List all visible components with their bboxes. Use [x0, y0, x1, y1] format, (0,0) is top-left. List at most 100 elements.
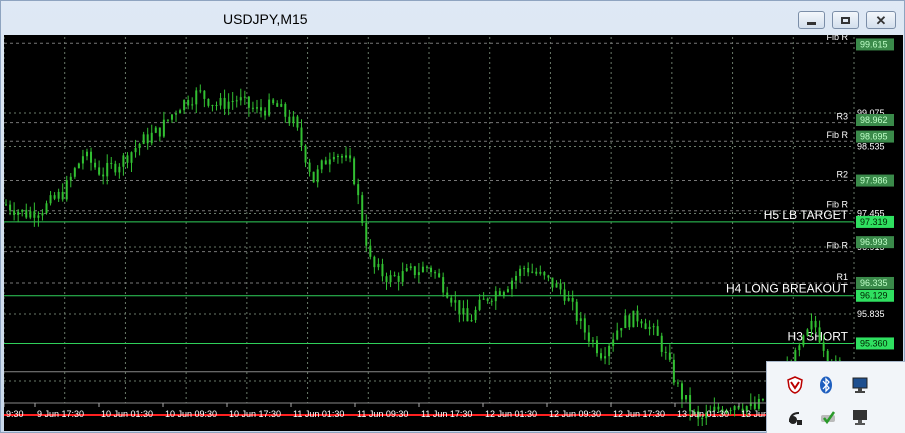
candle-body [397, 275, 400, 282]
candle-body [77, 163, 80, 169]
candle-body [211, 105, 214, 107]
candle-body [130, 152, 133, 163]
candle-body [292, 116, 295, 124]
candle-body [296, 116, 299, 128]
candle-body [474, 309, 477, 321]
candle-body [571, 298, 574, 302]
time-tick-label: 13 Jun [741, 409, 768, 419]
candle-body [620, 328, 623, 331]
candle-body [336, 155, 339, 157]
candle-body [559, 283, 562, 290]
candle-body [320, 160, 323, 170]
network-icon[interactable] [851, 376, 871, 396]
candle-body [539, 271, 542, 274]
candle-body [223, 97, 226, 109]
candle-body [470, 320, 473, 322]
time-tick-label: 11 Jun 17:30 [421, 409, 472, 419]
candle-body [357, 184, 360, 196]
candle-body [33, 211, 36, 218]
candle-body [640, 321, 643, 324]
time-tick-label: 11 Jun 09:30 [357, 409, 408, 419]
chart-window: USDJPY,M15 ✕ Fib R R3 Fib R R2 Fib R H5 LB TA… [0, 0, 905, 433]
maximize-button[interactable] [832, 11, 859, 29]
candle-body [761, 398, 764, 401]
candle-body [814, 320, 817, 328]
candle-body [389, 275, 392, 283]
candle-body [393, 275, 396, 277]
candle-body [288, 116, 291, 124]
candle-body [207, 98, 210, 106]
candle-body [332, 156, 335, 160]
price-box-label: 99.615 [860, 39, 888, 49]
candle-body [235, 100, 238, 102]
candle-body [583, 318, 586, 333]
candle-body [600, 353, 603, 359]
candle-body [434, 272, 437, 274]
minimize-button[interactable] [798, 11, 825, 29]
candle-body [260, 107, 263, 111]
candle-body [231, 100, 234, 102]
level-label: Fib R [826, 130, 848, 140]
candle-body [300, 127, 303, 146]
candle-body [515, 275, 518, 281]
candle-body [494, 291, 497, 302]
candle-body [126, 155, 129, 163]
maximize-icon [841, 16, 850, 24]
candle-body [438, 273, 441, 278]
candle-body [219, 97, 222, 106]
shield-icon[interactable] [787, 376, 807, 396]
candle-body [349, 155, 352, 159]
candle-body [656, 326, 659, 336]
candle-body [162, 119, 165, 137]
time-tick-label: 10 Jun 01:30 [101, 409, 153, 419]
candle-body [150, 132, 153, 144]
candle-body [264, 110, 267, 116]
close-button[interactable]: ✕ [866, 11, 896, 29]
candle-body [102, 174, 105, 177]
candle-body [227, 101, 230, 109]
candle-body [308, 162, 311, 172]
candle-body [519, 268, 522, 276]
candle-body [81, 156, 84, 164]
level-label: Fib R [826, 35, 848, 42]
candle-body [158, 127, 161, 137]
candle-body [478, 299, 481, 310]
candle-body [122, 155, 125, 167]
price-box-label: 97.986 [860, 176, 888, 186]
candle-body [587, 332, 590, 342]
title-bar[interactable]: USDJPY,M15 ✕ [1, 1, 905, 35]
candle-body [612, 339, 615, 346]
candle-body [361, 195, 364, 223]
level-label: R3 [836, 112, 848, 122]
candle-body [57, 191, 60, 199]
price-box-label: 98.695 [860, 132, 888, 142]
candle-body [486, 298, 489, 301]
candle-body [114, 163, 117, 173]
candle-body [175, 113, 178, 115]
check-icon[interactable] [819, 408, 839, 428]
candle-body [45, 203, 48, 214]
candle-body [69, 176, 72, 181]
candle-body [324, 160, 327, 165]
candle-body [644, 323, 647, 330]
monitor-icon[interactable] [851, 408, 871, 428]
price-box-label: 95.360 [860, 338, 888, 348]
candle-body [652, 326, 655, 328]
time-tick-label: 12 Jun 17:30 [613, 409, 665, 419]
price-box-label: 98.962 [860, 115, 888, 125]
candle-body [498, 291, 501, 296]
candle-body [616, 330, 619, 340]
candle-body [328, 159, 331, 165]
bluetooth-icon[interactable] [819, 376, 839, 396]
candle-body [482, 298, 485, 300]
candle-body [90, 151, 93, 163]
time-tick-label: 9 Jun 17:30 [37, 409, 84, 419]
candle-body [413, 266, 416, 276]
candle-body [365, 222, 368, 246]
candle-body [85, 151, 88, 157]
candle-body [810, 320, 813, 330]
satellite-icon[interactable] [787, 408, 807, 428]
level-label: H4 LONG BREAKOUT [726, 282, 849, 296]
candle-body [628, 315, 631, 328]
level-label: H5 LB TARGET [764, 208, 849, 222]
